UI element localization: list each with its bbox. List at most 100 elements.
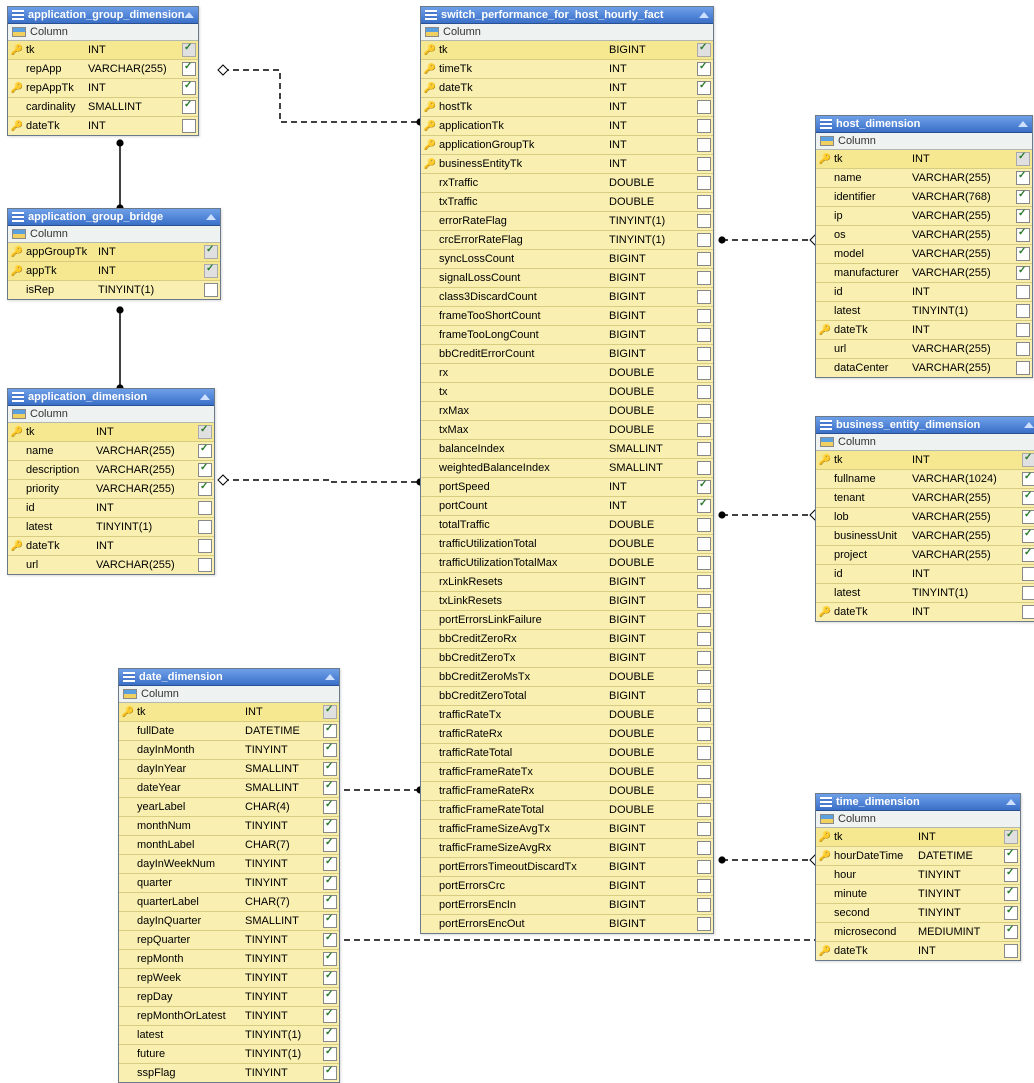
nullable-checkbox[interactable] bbox=[697, 822, 711, 836]
table-row[interactable]: latestTINYINT(1) bbox=[816, 302, 1032, 321]
nullable-checkbox[interactable] bbox=[198, 444, 212, 458]
nullable-checkbox[interactable] bbox=[697, 518, 711, 532]
table-row[interactable]: businessUnitVARCHAR(255) bbox=[816, 527, 1034, 546]
table-row[interactable]: portErrorsTimeoutDiscardTxBIGINT bbox=[421, 858, 713, 877]
table-row[interactable]: repMonthOrLatestTINYINT bbox=[119, 1007, 339, 1026]
table-row[interactable]: 🔑businessEntityTkINT bbox=[421, 155, 713, 174]
nullable-checkbox[interactable] bbox=[1004, 849, 1018, 863]
table-row[interactable]: idINT bbox=[8, 499, 214, 518]
table-row[interactable]: 🔑appTkINT bbox=[8, 262, 220, 281]
table-row[interactable]: dayInYearSMALLINT bbox=[119, 760, 339, 779]
nullable-checkbox[interactable] bbox=[182, 62, 196, 76]
nullable-checkbox[interactable] bbox=[697, 252, 711, 266]
nullable-checkbox[interactable] bbox=[323, 762, 337, 776]
collapse-icon[interactable] bbox=[206, 214, 216, 220]
nullable-checkbox[interactable] bbox=[323, 933, 337, 947]
table-row[interactable]: descriptionVARCHAR(255) bbox=[8, 461, 214, 480]
table-row[interactable]: 🔑dateTkINT bbox=[816, 942, 1020, 960]
nullable-checkbox[interactable] bbox=[1004, 906, 1018, 920]
nullable-checkbox[interactable] bbox=[1022, 567, 1034, 581]
nullable-checkbox[interactable] bbox=[323, 895, 337, 909]
table-row[interactable]: portErrorsCrcBIGINT bbox=[421, 877, 713, 896]
nullable-checkbox[interactable] bbox=[697, 100, 711, 114]
nullable-checkbox[interactable] bbox=[1022, 510, 1034, 524]
table-row[interactable]: txMaxDOUBLE bbox=[421, 421, 713, 440]
nullable-checkbox[interactable] bbox=[1004, 830, 1018, 844]
nullable-checkbox[interactable] bbox=[1022, 491, 1034, 505]
nullable-checkbox[interactable] bbox=[697, 480, 711, 494]
table-row[interactable]: portErrorsEncOutBIGINT bbox=[421, 915, 713, 933]
table-row[interactable]: repMonthTINYINT bbox=[119, 950, 339, 969]
nullable-checkbox[interactable] bbox=[1022, 529, 1034, 543]
nullable-checkbox[interactable] bbox=[697, 404, 711, 418]
table-row[interactable]: 🔑tkBIGINT bbox=[421, 41, 713, 60]
table-row[interactable]: 🔑dateTkINT bbox=[8, 537, 214, 556]
table-row[interactable]: 🔑appGroupTkINT bbox=[8, 243, 220, 262]
table-row[interactable]: bbCreditZeroMsTxDOUBLE bbox=[421, 668, 713, 687]
entity-bizEntDim[interactable]: business_entity_dimensionColumn🔑tkINTful… bbox=[815, 416, 1034, 622]
table-row[interactable]: trafficRateTxDOUBLE bbox=[421, 706, 713, 725]
table-row[interactable]: 🔑tkINT bbox=[816, 451, 1034, 470]
nullable-checkbox[interactable] bbox=[323, 990, 337, 1004]
entity-title-bar[interactable]: application_group_dimension bbox=[8, 7, 198, 24]
nullable-checkbox[interactable] bbox=[204, 283, 218, 297]
table-row[interactable]: trafficFrameSizeAvgRxBIGINT bbox=[421, 839, 713, 858]
nullable-checkbox[interactable] bbox=[1016, 266, 1030, 280]
table-row[interactable]: 🔑dateTkINT bbox=[816, 321, 1032, 340]
table-row[interactable]: trafficFrameSizeAvgTxBIGINT bbox=[421, 820, 713, 839]
nullable-checkbox[interactable] bbox=[323, 838, 337, 852]
nullable-checkbox[interactable] bbox=[323, 819, 337, 833]
table-row[interactable]: projectVARCHAR(255) bbox=[816, 546, 1034, 565]
table-row[interactable]: repAppVARCHAR(255) bbox=[8, 60, 198, 79]
entity-title-bar[interactable]: switch_performance_for_host_hourly_fact bbox=[421, 7, 713, 24]
table-row[interactable]: rxTrafficDOUBLE bbox=[421, 174, 713, 193]
nullable-checkbox[interactable] bbox=[323, 914, 337, 928]
table-row[interactable]: totalTrafficDOUBLE bbox=[421, 516, 713, 535]
table-row[interactable]: 🔑tkINT bbox=[8, 423, 214, 442]
table-row[interactable]: trafficFrameRateTxDOUBLE bbox=[421, 763, 713, 782]
table-row[interactable]: idINT bbox=[816, 565, 1034, 584]
table-row[interactable]: 🔑applicationTkINT bbox=[421, 117, 713, 136]
table-row[interactable]: futureTINYINT(1) bbox=[119, 1045, 339, 1064]
table-row[interactable]: monthNumTINYINT bbox=[119, 817, 339, 836]
table-row[interactable]: dateYearSMALLINT bbox=[119, 779, 339, 798]
nullable-checkbox[interactable] bbox=[697, 879, 711, 893]
table-row[interactable]: portErrorsLinkFailureBIGINT bbox=[421, 611, 713, 630]
table-row[interactable]: trafficRateRxDOUBLE bbox=[421, 725, 713, 744]
nullable-checkbox[interactable] bbox=[697, 43, 711, 57]
nullable-checkbox[interactable] bbox=[323, 1009, 337, 1023]
table-row[interactable]: bbCreditZeroTotalBIGINT bbox=[421, 687, 713, 706]
table-row[interactable]: urlVARCHAR(255) bbox=[816, 340, 1032, 359]
nullable-checkbox[interactable] bbox=[1016, 247, 1030, 261]
nullable-checkbox[interactable] bbox=[697, 670, 711, 684]
table-row[interactable]: errorRateFlagTINYINT(1) bbox=[421, 212, 713, 231]
table-row[interactable]: hourTINYINT bbox=[816, 866, 1020, 885]
table-row[interactable]: fullnameVARCHAR(1024) bbox=[816, 470, 1034, 489]
table-row[interactable]: idINT bbox=[816, 283, 1032, 302]
nullable-checkbox[interactable] bbox=[1022, 472, 1034, 486]
nullable-checkbox[interactable] bbox=[1004, 868, 1018, 882]
nullable-checkbox[interactable] bbox=[1016, 171, 1030, 185]
nullable-checkbox[interactable] bbox=[204, 264, 218, 278]
table-row[interactable]: txTrafficDOUBLE bbox=[421, 193, 713, 212]
nullable-checkbox[interactable] bbox=[697, 860, 711, 874]
nullable-checkbox[interactable] bbox=[1004, 887, 1018, 901]
table-row[interactable]: rxMaxDOUBLE bbox=[421, 402, 713, 421]
nullable-checkbox[interactable] bbox=[697, 119, 711, 133]
nullable-checkbox[interactable] bbox=[697, 651, 711, 665]
table-row[interactable]: manufacturerVARCHAR(255) bbox=[816, 264, 1032, 283]
nullable-checkbox[interactable] bbox=[1022, 586, 1034, 600]
table-row[interactable]: 🔑tkINT bbox=[8, 41, 198, 60]
table-row[interactable]: dayInMonthTINYINT bbox=[119, 741, 339, 760]
table-row[interactable]: dayInQuarterSMALLINT bbox=[119, 912, 339, 931]
table-row[interactable]: cardinalitySMALLINT bbox=[8, 98, 198, 117]
table-row[interactable]: 🔑dateTkINT bbox=[816, 603, 1034, 621]
nullable-checkbox[interactable] bbox=[697, 803, 711, 817]
table-row[interactable]: nameVARCHAR(255) bbox=[8, 442, 214, 461]
entity-title-bar[interactable]: date_dimension bbox=[119, 669, 339, 686]
table-row[interactable]: class3DiscardCountBIGINT bbox=[421, 288, 713, 307]
table-row[interactable]: portCountINT bbox=[421, 497, 713, 516]
nullable-checkbox[interactable] bbox=[697, 537, 711, 551]
nullable-checkbox[interactable] bbox=[323, 876, 337, 890]
nullable-checkbox[interactable] bbox=[697, 62, 711, 76]
